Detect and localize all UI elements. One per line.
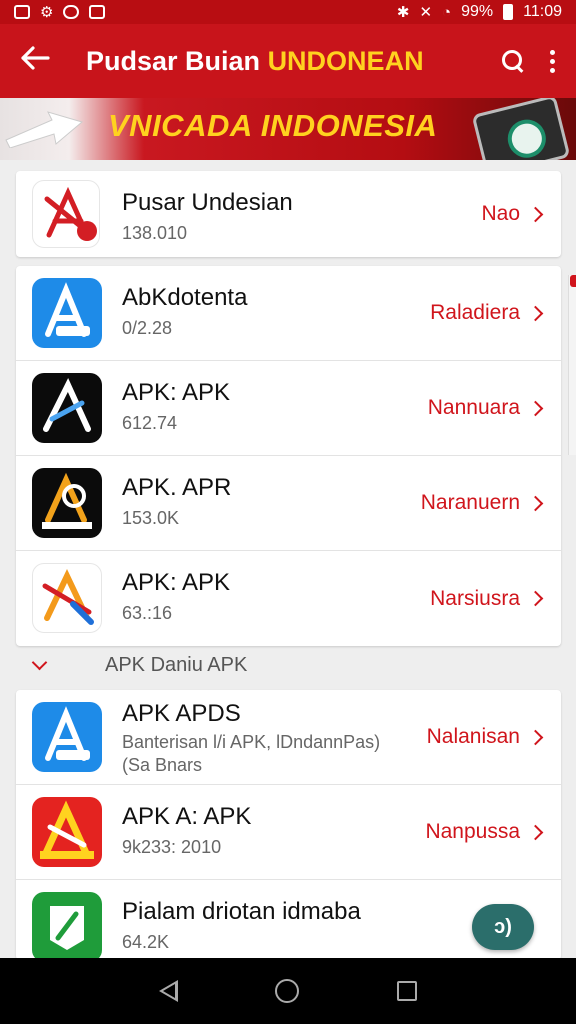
- scrollbar[interactable]: [568, 275, 576, 455]
- system-nav-bar: [0, 958, 576, 1024]
- item-title: APK: APK: [122, 379, 231, 406]
- item-subtitle: 138.010: [122, 223, 188, 243]
- action-label: Nao: [481, 202, 520, 225]
- list-item[interactable]: Pusar Undesian 138.010 Nao: [16, 171, 561, 257]
- chevron-right-icon: [527, 495, 544, 511]
- nav-home-icon[interactable]: [275, 979, 300, 1003]
- chevron-right-icon: [527, 305, 544, 321]
- nav-back-icon[interactable]: [158, 980, 178, 1002]
- item-title: APK A: APK: [122, 803, 252, 830]
- app-logo-icon: [32, 797, 102, 867]
- action-label: Narsiusra: [430, 586, 520, 610]
- item-title: APK: APK: [122, 569, 231, 596]
- item-action[interactable]: Nanpussa: [425, 785, 544, 879]
- search-icon[interactable]: [502, 50, 524, 72]
- section-header[interactable]: APK Daniu APK: [0, 642, 576, 688]
- item-subtitle: 612.74: [122, 413, 178, 433]
- item-subtitle-secondary: (Sa Bnars: [122, 755, 203, 775]
- app-logo-icon: [32, 702, 102, 772]
- item-action[interactable]: Raladiera: [430, 266, 544, 360]
- chevron-right-icon: [527, 824, 544, 840]
- page-title: Pudsar Buian UNDONEAN: [86, 46, 424, 77]
- item-title: APK APDS: [122, 700, 241, 727]
- app-list-card: AbKdotenta 0/2.28 Raladiera APK: APK 612…: [16, 266, 561, 646]
- item-subtitle: 9k233: 2010: [122, 837, 222, 857]
- item-subtitle: Banterisan l/i APK, lDndannPas): [122, 732, 381, 752]
- action-label: Nanpussa: [425, 820, 520, 843]
- app-bar: Pudsar Buian UNDONEAN: [0, 24, 576, 98]
- download-icon: [89, 5, 106, 19]
- phone-graphic-icon: [471, 98, 571, 160]
- list-item[interactable]: APK. APR 153.0K Naranuern: [16, 456, 561, 551]
- title-accent: UNDONEAN: [267, 45, 424, 76]
- app-logo-icon: [32, 468, 102, 538]
- list-item[interactable]: APK A: APK 9k233: 2010 Nanpussa: [16, 785, 561, 880]
- more-options-icon[interactable]: [550, 49, 556, 73]
- app-logo-icon: [32, 892, 102, 960]
- sync-icon: ⚙: [40, 3, 54, 21]
- chevron-right-icon: [527, 729, 544, 745]
- chevron-right-icon: [527, 206, 544, 222]
- app-logo-icon: [32, 278, 102, 348]
- item-subtitle: 153.0K: [122, 508, 180, 528]
- action-label: Nalanisan: [426, 725, 520, 748]
- action-label: Naranuern: [420, 491, 520, 514]
- floating-action-button[interactable]: ↄ): [472, 904, 534, 950]
- chevron-right-icon: [527, 590, 544, 607]
- battery-icon: [503, 4, 514, 20]
- chevron-right-icon: [527, 400, 544, 416]
- notification-icon: [14, 5, 30, 19]
- action-label: Raladiera: [430, 301, 520, 324]
- battery-percent: 99%: [461, 3, 494, 20]
- action-label: Nannuara: [427, 396, 520, 419]
- bluetooth-icon: ✱: [396, 3, 410, 21]
- nav-recents-icon[interactable]: [397, 981, 418, 1001]
- item-title: Pusar Undesian: [122, 189, 293, 216]
- back-arrow-icon[interactable]: [20, 44, 60, 78]
- item-action[interactable]: Nao: [481, 171, 544, 257]
- item-action[interactable]: Naranuern: [420, 456, 544, 550]
- promo-banner[interactable]: VNICADA INDONESIA: [0, 98, 576, 160]
- list-item[interactable]: APK: APK 63.:16 Narsiusra: [16, 551, 561, 646]
- cloud-icon: [63, 5, 80, 19]
- featured-card: Pusar Undesian 138.010 Nao: [16, 171, 561, 257]
- app-logo-icon: [32, 180, 100, 248]
- item-action[interactable]: Nannuara: [427, 361, 544, 455]
- status-bar: ⚙ ✱ ✕ ◔ 99% 11:09: [0, 0, 576, 24]
- item-subtitle: 0/2.28: [122, 318, 173, 338]
- list-item[interactable]: APK: APK 612.74 Nannuara: [16, 361, 561, 456]
- arrow-graphic-icon: [5, 111, 84, 148]
- item-subtitle: 64.2K: [122, 932, 170, 952]
- item-subtitle: 63.:16: [122, 603, 173, 623]
- list-item[interactable]: APK APDS Banterisan l/i APK, lDndannPas)…: [16, 690, 561, 785]
- list-item[interactable]: AbKdotenta 0/2.28 Raladiera: [16, 266, 561, 361]
- app-logo-icon: [32, 373, 102, 443]
- clock: 11:09: [523, 3, 562, 20]
- item-action[interactable]: Nalanisan: [426, 690, 544, 784]
- wifi-icon: ◔: [442, 3, 452, 21]
- item-title: APK. APR: [122, 474, 232, 501]
- mute-icon: ✕: [419, 3, 433, 21]
- item-title: AbKdotenta: [122, 284, 248, 311]
- chevron-down-icon: [31, 654, 48, 670]
- item-title: Pialam driotan idmaba: [122, 898, 361, 925]
- title-main: Pudsar Buian: [86, 45, 261, 76]
- section-label: APK Daniu APK: [105, 653, 248, 676]
- item-action[interactable]: Narsiusra: [430, 551, 544, 646]
- app-logo-icon: [32, 563, 102, 633]
- banner-text: VNICADA INDONESIA: [108, 108, 438, 143]
